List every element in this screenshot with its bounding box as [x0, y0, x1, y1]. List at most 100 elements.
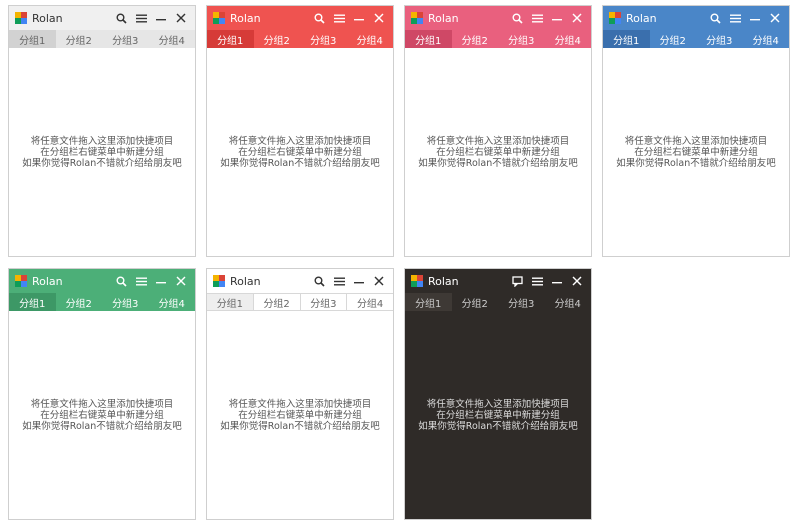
tab-group-4[interactable]: 分组4 — [545, 293, 592, 311]
minimize-icon — [750, 13, 760, 23]
hint-line: 在分组栏右键菜单中新建分组 — [40, 409, 164, 421]
rolan-logo-icon — [411, 12, 423, 24]
tab-group-3[interactable]: 分组3 — [498, 293, 545, 311]
tab-group-2[interactable]: 分组2 — [252, 293, 300, 311]
tab-group-1[interactable]: 分组1 — [9, 293, 56, 311]
title-bar[interactable]: Rolan — [405, 269, 591, 293]
window-controls — [111, 6, 191, 30]
minimize-button[interactable] — [547, 6, 567, 30]
search-button[interactable] — [111, 6, 131, 30]
search-icon — [710, 13, 721, 24]
group-tabs: 分组1 分组2 分组3 分组4 — [9, 293, 195, 311]
menu-button[interactable] — [131, 6, 151, 30]
drop-area[interactable]: 将任意文件拖入这里添加快捷项目 在分组栏右键菜单中新建分组 如果你觉得Rolan不错… — [603, 48, 789, 256]
title-bar[interactable]: Rolan — [405, 6, 591, 30]
hint-line: 将任意文件拖入这里添加快捷项目 — [228, 398, 372, 410]
minimize-button[interactable] — [745, 6, 765, 30]
tab-group-2[interactable]: 分组2 — [254, 30, 301, 48]
title-bar[interactable]: Rolan — [9, 6, 195, 30]
search-button[interactable] — [507, 6, 527, 30]
app-title: Rolan — [428, 11, 459, 25]
tab-group-3[interactable]: 分组3 — [300, 30, 347, 48]
menu-button[interactable] — [131, 269, 151, 293]
window-controls — [507, 6, 587, 30]
drop-area[interactable]: 将任意文件拖入这里添加快捷项目 在分组栏右键菜单中新建分组 如果你觉得Rolan不错… — [207, 48, 393, 256]
hint-line: 如果你觉得Rolan不错就介绍给朋友吧 — [616, 157, 776, 169]
title-bar[interactable]: Rolan — [9, 269, 195, 293]
tab-group-3[interactable]: 分组3 — [498, 30, 545, 48]
close-button[interactable] — [369, 6, 389, 30]
tab-group-2[interactable]: 分组2 — [650, 30, 697, 48]
tab-group-1[interactable]: 分组1 — [207, 293, 253, 311]
comment-button[interactable] — [507, 269, 527, 293]
menu-button[interactable] — [329, 269, 349, 293]
tab-group-2[interactable]: 分组2 — [452, 293, 499, 311]
drop-area[interactable]: 将任意文件拖入这里添加快捷项目 在分组栏右键菜单中新建分组 如果你觉得Rolan不错… — [405, 48, 591, 256]
drop-area[interactable]: 将任意文件拖入这里添加快捷项目 在分组栏右键菜单中新建分组 如果你觉得Rolan不错… — [405, 311, 591, 519]
close-button[interactable] — [567, 269, 587, 293]
window-controls — [507, 269, 587, 293]
app-title: Rolan — [428, 274, 459, 288]
minimize-icon — [552, 13, 562, 23]
search-icon — [116, 13, 127, 24]
tab-group-4[interactable]: 分组4 — [346, 293, 393, 311]
hint-line: 将任意文件拖入这里添加快捷项目 — [624, 135, 768, 147]
minimize-button[interactable] — [547, 269, 567, 293]
menu-button[interactable] — [527, 6, 547, 30]
tab-group-3[interactable]: 分组3 — [696, 30, 743, 48]
tab-group-4[interactable]: 分组4 — [545, 30, 592, 48]
tab-group-3[interactable]: 分组3 — [102, 293, 149, 311]
rolan-window-pink: Rolan 分组1 分组2 分组3 分组4 将任意文件拖入这里添加快捷项目 在分组栏右键菜单… — [404, 5, 592, 257]
tab-group-2[interactable]: 分组2 — [56, 293, 103, 311]
app-title: Rolan — [32, 11, 63, 25]
drop-area[interactable]: 将任意文件拖入这里添加快捷项目 在分组栏右键菜单中新建分组 如果你觉得Rolan不错… — [207, 311, 393, 519]
title-bar[interactable]: Rolan — [207, 269, 393, 293]
search-button[interactable] — [705, 6, 725, 30]
menu-icon — [135, 277, 147, 286]
title-bar[interactable]: Rolan — [207, 6, 393, 30]
tab-group-1[interactable]: 分组1 — [207, 30, 254, 48]
minimize-button[interactable] — [151, 269, 171, 293]
menu-icon — [531, 14, 543, 23]
tab-group-2[interactable]: 分组2 — [452, 30, 499, 48]
drop-area[interactable]: 将任意文件拖入这里添加快捷项目 在分组栏右键菜单中新建分组 如果你觉得Rolan不错… — [9, 311, 195, 519]
tab-group-1[interactable]: 分组1 — [9, 30, 56, 48]
close-button[interactable] — [171, 269, 191, 293]
search-button[interactable] — [309, 269, 329, 293]
minimize-button[interactable] — [349, 269, 369, 293]
minimize-button[interactable] — [151, 6, 171, 30]
empty-hint: 将任意文件拖入这里添加快捷项目 在分组栏右键菜单中新建分组 如果你觉得Rolan不错… — [220, 136, 379, 169]
tab-group-4[interactable]: 分组4 — [743, 30, 790, 48]
tab-group-3[interactable]: 分组3 — [102, 30, 149, 48]
close-button[interactable] — [171, 6, 191, 30]
app-title: Rolan — [32, 274, 63, 288]
empty-hint: 将任意文件拖入这里添加快捷项目 在分组栏右键菜单中新建分组 如果你觉得Rolan不错… — [418, 399, 577, 432]
menu-icon — [531, 277, 543, 286]
tab-group-2[interactable]: 分组2 — [56, 30, 103, 48]
close-button[interactable] — [765, 6, 785, 30]
tab-group-3[interactable]: 分组3 — [299, 293, 347, 311]
window-controls — [111, 269, 191, 293]
menu-button[interactable] — [527, 269, 547, 293]
minimize-button[interactable] — [349, 6, 369, 30]
search-button[interactable] — [111, 269, 131, 293]
hint-line: 如果你觉得Rolan不错就介绍给朋友吧 — [220, 420, 380, 432]
menu-icon — [729, 14, 741, 23]
tab-group-4[interactable]: 分组4 — [149, 30, 196, 48]
tab-group-1[interactable]: 分组1 — [405, 293, 452, 311]
app-title: Rolan — [230, 274, 261, 288]
tab-group-1[interactable]: 分组1 — [405, 30, 452, 48]
close-button[interactable] — [369, 269, 389, 293]
app-title: Rolan — [626, 11, 657, 25]
search-button[interactable] — [309, 6, 329, 30]
drop-area[interactable]: 将任意文件拖入这里添加快捷项目 在分组栏右键菜单中新建分组 如果你觉得Rolan不错… — [9, 48, 195, 256]
tab-group-4[interactable]: 分组4 — [347, 30, 394, 48]
tab-group-4[interactable]: 分组4 — [149, 293, 196, 311]
minimize-icon — [552, 276, 562, 286]
close-button[interactable] — [567, 6, 587, 30]
menu-button[interactable] — [329, 6, 349, 30]
menu-button[interactable] — [725, 6, 745, 30]
tab-group-1[interactable]: 分组1 — [603, 30, 650, 48]
hint-line: 如果你觉得Rolan不错就介绍给朋友吧 — [418, 420, 578, 432]
title-bar[interactable]: Rolan — [603, 6, 789, 30]
